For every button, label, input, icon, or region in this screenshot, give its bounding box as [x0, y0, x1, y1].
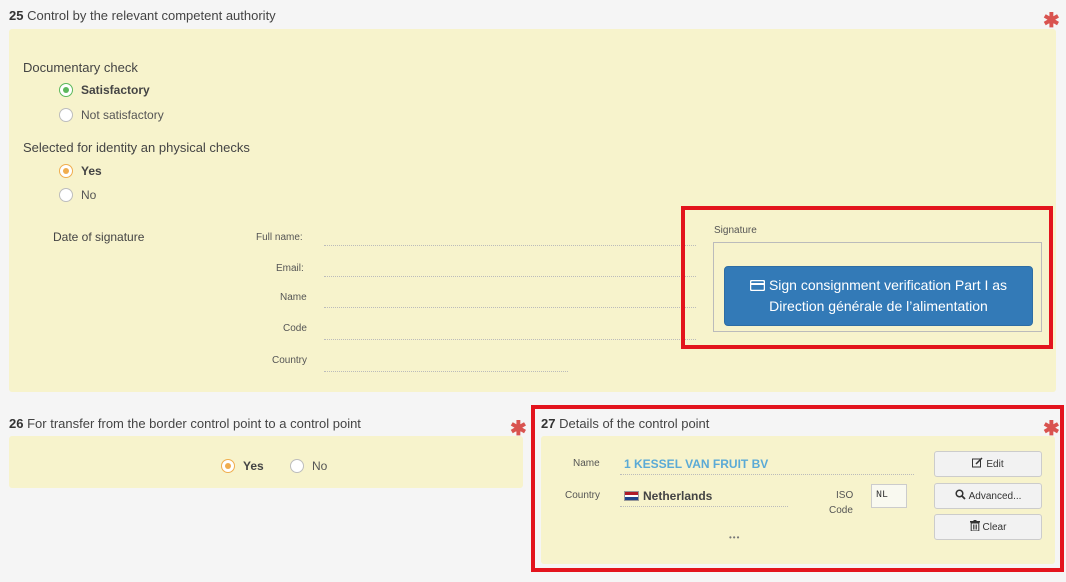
cp-name-underline — [620, 474, 914, 475]
more-ellipsis[interactable]: ••• — [729, 533, 740, 542]
required-asterisk-icon: ✱ — [1043, 10, 1060, 32]
radio-label: Not satisfactory — [81, 108, 164, 122]
radio-checked-icon[interactable] — [59, 83, 73, 97]
section-27-title-text: Details of the control point — [559, 416, 710, 431]
section-25-title-text: Control by the relevant competent author… — [27, 8, 276, 23]
cp-name-link[interactable]: 1 KESSEL VAN FRUIT BV — [624, 457, 768, 471]
required-asterisk-icon: ✱ — [510, 418, 527, 440]
radio-checked-icon[interactable] — [221, 459, 235, 473]
section-27-number: 27 — [541, 416, 556, 431]
iso-label: ISO — [836, 490, 854, 501]
name-label: Name — [280, 292, 307, 303]
sign-button-label: Sign consignment verification Part I as … — [768, 277, 1008, 315]
identity-check-label: Selected for identity an physical checks — [23, 140, 250, 155]
section-26-panel — [9, 436, 523, 488]
code-label: Code — [283, 323, 307, 334]
radio-not-satisfactory[interactable]: Not satisfactory — [59, 108, 164, 122]
clear-button[interactable]: Clear — [934, 514, 1042, 540]
radio-label: Yes — [243, 459, 264, 473]
section-27-title: 27 Details of the control point — [541, 416, 709, 431]
radio-label: Satisfactory — [81, 83, 150, 97]
radio-checked-icon[interactable] — [59, 164, 73, 178]
name-value — [324, 307, 696, 308]
cp-country-underline — [620, 506, 788, 507]
credit-card-icon — [749, 276, 766, 296]
cp-name-label: Name — [573, 458, 600, 469]
documentary-check-label: Documentary check — [23, 60, 138, 75]
cp-country-label: Country — [565, 490, 601, 501]
edit-button[interactable]: Edit — [934, 451, 1042, 477]
radio-label: No — [312, 459, 328, 473]
radio-identity-no[interactable]: No — [59, 188, 96, 202]
radio-unchecked-icon[interactable] — [59, 188, 73, 202]
radio-satisfactory[interactable]: Satisfactory — [59, 83, 150, 97]
section-26-title: 26 For transfer from the border control … — [9, 416, 361, 431]
email-label: Email: — [276, 263, 304, 274]
iso-code-label: Code — [829, 505, 853, 516]
code-value — [324, 339, 696, 340]
cp-country-text: Netherlands — [643, 489, 713, 503]
advanced-label: Advanced... — [968, 490, 1022, 502]
cp-country-value: Netherlands — [624, 489, 712, 503]
clear-label: Clear — [982, 521, 1007, 533]
section-26-title-text: For transfer from the border control poi… — [27, 416, 361, 431]
radio-identity-yes[interactable]: Yes — [59, 164, 102, 178]
edit-label: Edit — [986, 458, 1004, 470]
search-icon — [955, 489, 966, 503]
section-25-number: 25 — [9, 8, 24, 23]
radio-label: No — [81, 188, 97, 202]
trash-icon — [969, 520, 980, 534]
full-name-label: Full name: — [256, 232, 303, 243]
radio-label: Yes — [81, 164, 102, 178]
country-value — [324, 371, 568, 372]
advanced-button[interactable]: Advanced... — [934, 483, 1042, 509]
radio-unchecked-icon[interactable] — [59, 108, 73, 122]
section-26-number: 26 — [9, 416, 24, 431]
full-name-value — [324, 245, 696, 246]
sign-consignment-button[interactable]: Sign consignment verification Part I as … — [724, 266, 1033, 326]
iso-code-field[interactable]: NL — [871, 484, 907, 508]
radio-transfer-yes[interactable]: Yes — [221, 459, 264, 473]
edit-icon — [972, 457, 983, 471]
netherlands-flag-icon — [624, 491, 639, 501]
signature-label: Signature — [714, 225, 757, 236]
country-label: Country — [272, 355, 308, 366]
radio-unchecked-icon[interactable] — [290, 459, 304, 473]
date-of-signature-label: Date of signature — [53, 230, 145, 244]
required-asterisk-icon: ✱ — [1043, 418, 1060, 440]
section-25-title: 25 Control by the relevant competent aut… — [9, 8, 276, 23]
radio-transfer-no[interactable]: No — [290, 459, 327, 473]
email-value — [324, 276, 696, 277]
